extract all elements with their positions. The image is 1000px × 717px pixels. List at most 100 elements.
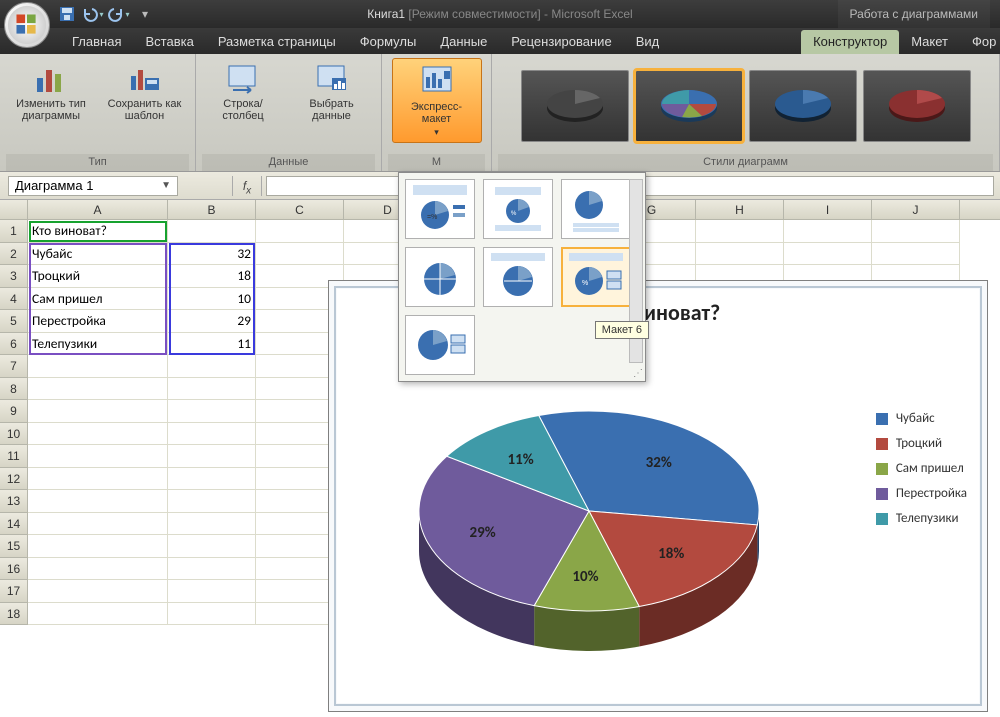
legend-item[interactable]: Чубайс — [876, 411, 967, 426]
layout-option-5[interactable] — [483, 247, 553, 307]
cell-A5[interactable]: Перестройка — [28, 310, 168, 333]
cell-J2[interactable] — [872, 243, 960, 266]
cell-A16[interactable] — [28, 558, 168, 581]
tab-layout[interactable]: Макет — [899, 30, 960, 54]
cell-B16[interactable] — [168, 558, 256, 581]
cell-B17[interactable] — [168, 580, 256, 603]
cell-B6[interactable]: 11 — [168, 333, 256, 356]
layout-option-3[interactable] — [561, 179, 631, 239]
row-header-1[interactable]: 1 — [0, 220, 28, 243]
save-template-button[interactable]: Сохранить как шаблон — [100, 58, 189, 124]
cell-B15[interactable] — [168, 535, 256, 558]
cell-B10[interactable] — [168, 423, 256, 446]
office-button[interactable] — [4, 2, 50, 48]
cell-I1[interactable] — [784, 220, 872, 243]
cell-A8[interactable] — [28, 378, 168, 401]
row-header-12[interactable]: 12 — [0, 468, 28, 491]
cell-B11[interactable] — [168, 445, 256, 468]
switch-row-col-button[interactable]: Строка/столбец — [202, 58, 284, 124]
cell-A1[interactable]: Кто виноват? — [28, 220, 168, 243]
cell-A11[interactable] — [28, 445, 168, 468]
row-header-13[interactable]: 13 — [0, 490, 28, 513]
col-header-A[interactable]: A — [28, 200, 168, 219]
row-header-15[interactable]: 15 — [0, 535, 28, 558]
tab-review[interactable]: Рецензирование — [499, 30, 623, 54]
row-header-17[interactable]: 17 — [0, 580, 28, 603]
col-header-C[interactable]: C — [256, 200, 344, 219]
row-header-11[interactable]: 11 — [0, 445, 28, 468]
col-header-H[interactable]: H — [696, 200, 784, 219]
cell-B3[interactable]: 18 — [168, 265, 256, 288]
cell-J1[interactable] — [872, 220, 960, 243]
pie-plot[interactable] — [389, 361, 789, 681]
tab-design[interactable]: Конструктор — [801, 30, 899, 54]
chart-style-1[interactable] — [521, 70, 629, 142]
col-header-J[interactable]: J — [872, 200, 960, 219]
row-header-2[interactable]: 2 — [0, 243, 28, 266]
select-all-corner[interactable] — [0, 200, 28, 219]
change-chart-type-button[interactable]: Изменить тип диаграммы — [6, 58, 96, 124]
row-header-3[interactable]: 3 — [0, 265, 28, 288]
cell-B1[interactable] — [168, 220, 256, 243]
row-header-14[interactable]: 14 — [0, 513, 28, 536]
cell-A6[interactable]: Телепузики — [28, 333, 168, 356]
tab-page-layout[interactable]: Разметка страницы — [206, 30, 348, 54]
legend-item[interactable]: Перестройка — [876, 486, 967, 501]
cell-C2[interactable] — [256, 243, 344, 266]
cell-B4[interactable]: 10 — [168, 288, 256, 311]
layout-option-7[interactable] — [405, 315, 475, 375]
row-header-4[interactable]: 4 — [0, 288, 28, 311]
cell-B14[interactable] — [168, 513, 256, 536]
chart-style-4[interactable] — [863, 70, 971, 142]
legend-item[interactable]: Телепузики — [876, 511, 967, 526]
chevron-down-icon[interactable]: ▼ — [161, 180, 171, 191]
cell-B18[interactable] — [168, 603, 256, 626]
row-header-9[interactable]: 9 — [0, 400, 28, 423]
layout-option-1[interactable]: =% — [405, 179, 475, 239]
tab-view[interactable]: Вид — [624, 30, 672, 54]
undo-icon[interactable]: ▾ — [82, 3, 104, 25]
save-icon[interactable] — [56, 3, 78, 25]
cell-B5[interactable]: 29 — [168, 310, 256, 333]
cell-A17[interactable] — [28, 580, 168, 603]
fx-button[interactable]: fx — [232, 176, 262, 196]
row-header-10[interactable]: 10 — [0, 423, 28, 446]
cell-A7[interactable] — [28, 355, 168, 378]
tab-formulas[interactable]: Формулы — [348, 30, 429, 54]
chart-style-2[interactable] — [635, 70, 743, 142]
row-header-7[interactable]: 7 — [0, 355, 28, 378]
cell-H1[interactable] — [696, 220, 784, 243]
cell-A15[interactable] — [28, 535, 168, 558]
cell-B2[interactable]: 32 — [168, 243, 256, 266]
resize-grip-icon[interactable]: ⋰ — [633, 368, 643, 379]
row-header-8[interactable]: 8 — [0, 378, 28, 401]
redo-icon[interactable]: ▾ — [108, 3, 130, 25]
tab-insert[interactable]: Вставка — [133, 30, 205, 54]
layout-option-4[interactable] — [405, 247, 475, 307]
layout-option-2[interactable]: % — [483, 179, 553, 239]
quick-layout-button[interactable]: Экспресс-макет ▾ — [392, 58, 482, 143]
tab-format[interactable]: Фор — [960, 30, 1000, 54]
cell-A13[interactable] — [28, 490, 168, 513]
col-header-I[interactable]: I — [784, 200, 872, 219]
cell-H2[interactable] — [696, 243, 784, 266]
cell-A4[interactable]: Сам пришел — [28, 288, 168, 311]
select-data-button[interactable]: Выбрать данные — [288, 58, 375, 124]
qat-customize-icon[interactable]: ▾ — [134, 3, 156, 25]
cell-A12[interactable] — [28, 468, 168, 491]
name-box[interactable]: Диаграмма 1▼ — [8, 176, 178, 196]
layout-option-6[interactable]: % — [561, 247, 631, 307]
legend-item[interactable]: Сам пришел — [876, 461, 967, 476]
row-header-16[interactable]: 16 — [0, 558, 28, 581]
cell-B7[interactable] — [168, 355, 256, 378]
cell-B13[interactable] — [168, 490, 256, 513]
legend-item[interactable]: Троцкий — [876, 436, 967, 451]
cell-A14[interactable] — [28, 513, 168, 536]
row-header-18[interactable]: 18 — [0, 603, 28, 626]
cell-C1[interactable] — [256, 220, 344, 243]
tab-data[interactable]: Данные — [428, 30, 499, 54]
quick-layout-dropdown[interactable]: =% % % ⋰ Макет 6 — [398, 172, 646, 382]
cell-A2[interactable]: Чубайс — [28, 243, 168, 266]
cell-A18[interactable] — [28, 603, 168, 626]
cell-A10[interactable] — [28, 423, 168, 446]
